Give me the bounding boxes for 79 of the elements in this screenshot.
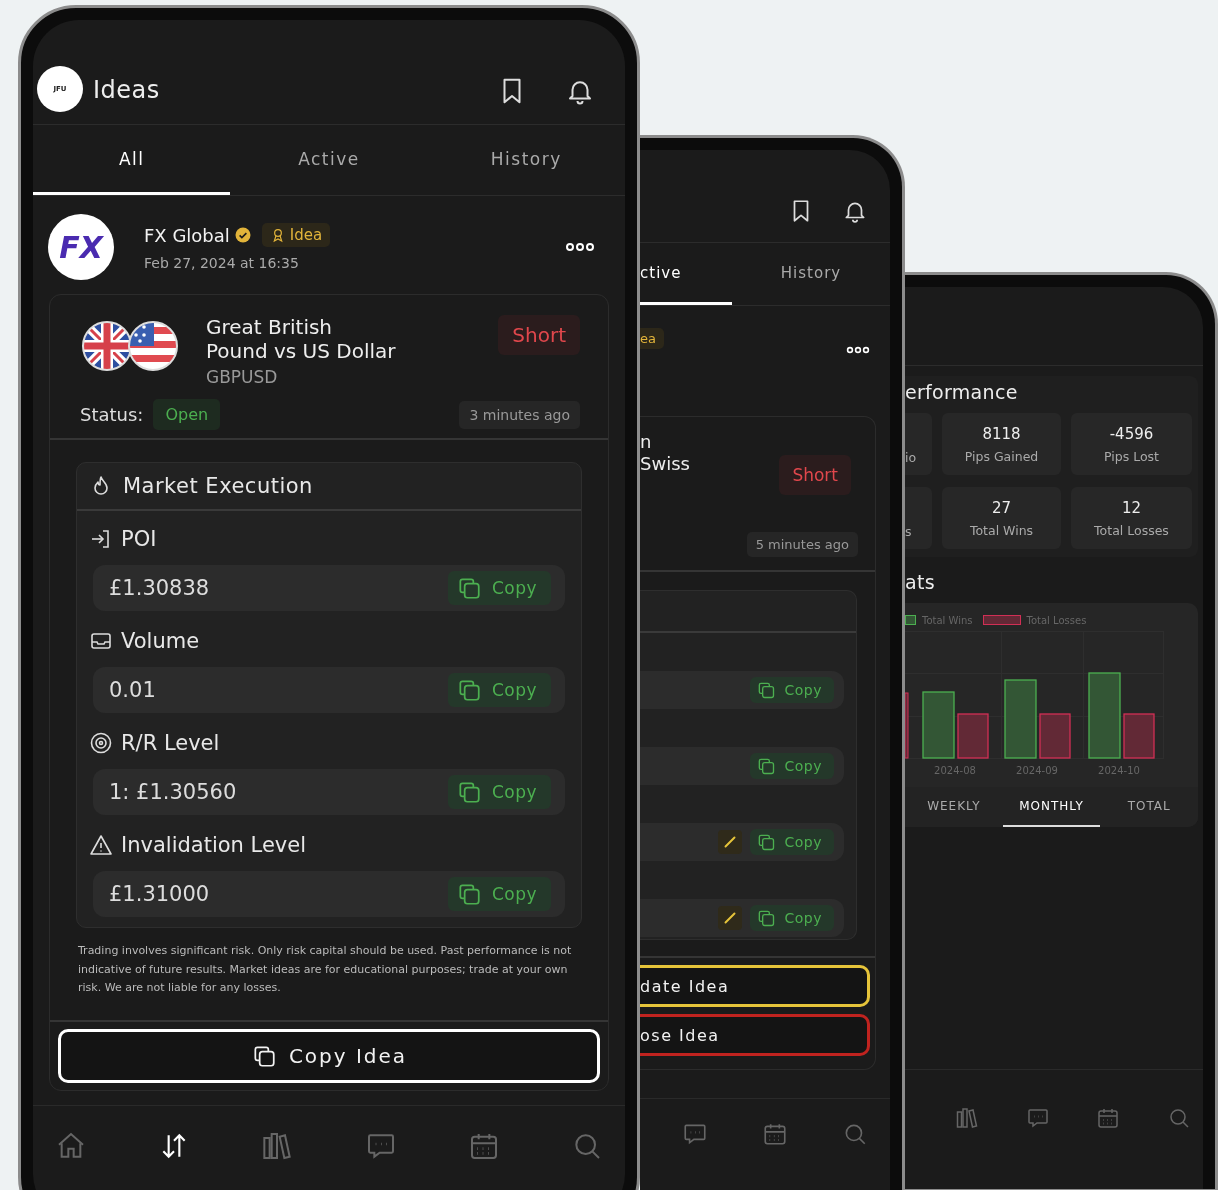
author-logo: FX xyxy=(48,214,114,280)
axis-label: 2024-08 xyxy=(933,764,977,776)
stat-label: io xyxy=(905,450,917,465)
chart-bar xyxy=(922,691,955,759)
more-icon[interactable] xyxy=(846,346,870,354)
warning-icon xyxy=(89,833,113,857)
copy-button[interactable]: Copy xyxy=(750,677,834,703)
stat-label: Total Losses xyxy=(1094,522,1169,538)
time-ago-badge: 3 minutes ago xyxy=(459,400,580,429)
field-label: POI xyxy=(121,527,157,551)
copy-button[interactable]: Copy xyxy=(750,753,834,779)
stat-value: -4596 xyxy=(1109,424,1154,443)
field-label: Volume xyxy=(121,629,200,653)
time-ago-badge: 5 minutes ago xyxy=(746,532,858,557)
more-icon[interactable] xyxy=(565,242,595,252)
status-badge: Open xyxy=(153,399,221,430)
copy-button[interactable]: Copy xyxy=(447,571,551,605)
disclaimer-text: Trading involves significant risk. Only risk capital should be used. Past performance is not indicative of future results. Market ideas are for educational purposes; trade at your own risk. We are not liable for any losses. xyxy=(78,943,573,996)
stat-label: Total Wins xyxy=(969,522,1034,538)
copy-button[interactable]: Copy xyxy=(447,673,551,707)
legend-label: Total Losses xyxy=(1026,614,1087,626)
copy-idea-button[interactable]: Copy Idea xyxy=(58,1028,600,1083)
books-icon[interactable] xyxy=(955,1105,979,1130)
copy-icon xyxy=(756,756,777,776)
legend-label: Total Wins xyxy=(922,614,973,626)
section-heading: ats xyxy=(905,571,936,593)
direction-badge: Short xyxy=(779,455,851,495)
stat-value: 8118 xyxy=(982,424,1021,443)
field-value: 1: £1.30560 xyxy=(109,780,237,804)
chart-bar xyxy=(1123,713,1155,759)
section-title: Market Execution xyxy=(123,474,313,498)
pair-title: n xyxy=(640,431,652,453)
calendar-icon[interactable] xyxy=(762,1121,788,1147)
edit-button[interactable] xyxy=(718,906,743,930)
tab[interactable]: All xyxy=(33,125,231,195)
action-button[interactable]: ose Idea xyxy=(640,1014,870,1056)
copy-button[interactable]: Copy xyxy=(750,905,834,931)
copy-icon xyxy=(756,908,777,928)
stat-value: 27 xyxy=(991,498,1012,517)
chart-bar xyxy=(957,713,989,759)
tab[interactable]: MONTHLY xyxy=(1002,787,1101,827)
pair-title: Pound vs US Dollar xyxy=(206,339,396,363)
page-title: Ideas xyxy=(93,76,160,104)
tab[interactable]: Active xyxy=(230,125,428,195)
pair-title: Swiss xyxy=(640,453,690,475)
field-value: £1.30838 xyxy=(109,576,210,600)
copy-button[interactable]: Copy xyxy=(750,829,834,855)
edit-button[interactable] xyxy=(718,830,743,854)
tab[interactable]: WEEKLY xyxy=(905,787,1003,827)
stat-value: 12 xyxy=(1121,498,1142,517)
idea-badge: ea xyxy=(640,328,664,349)
status-label: Status: xyxy=(80,404,144,425)
copy-button[interactable]: Copy xyxy=(447,877,551,911)
target-icon xyxy=(89,731,113,755)
direction-badge: Short xyxy=(498,315,580,355)
tab[interactable]: ctive xyxy=(640,243,732,305)
section-heading: erformance xyxy=(905,381,1019,403)
axis-label: 2024-10 xyxy=(1097,764,1141,776)
author-name: FX Global xyxy=(144,224,230,246)
tab[interactable]: TOTAL xyxy=(1100,787,1198,827)
chart-bar xyxy=(1039,713,1071,759)
field-label: Invalidation Level xyxy=(121,833,306,857)
field-value: 0.01 xyxy=(109,678,156,702)
tab[interactable]: History xyxy=(732,243,890,305)
badge-label: Idea xyxy=(289,226,323,244)
field-label: R/R Level xyxy=(121,731,220,755)
stat-label: Pips Lost xyxy=(1104,448,1159,464)
stat-label: s xyxy=(905,524,912,539)
pair-title: Great British xyxy=(206,315,334,339)
copy-icon xyxy=(756,832,777,852)
post-date: Feb 27, 2024 at 16:35 xyxy=(144,255,300,271)
action-button[interactable]: date Idea xyxy=(640,965,870,1007)
copy-button[interactable]: Copy xyxy=(447,775,551,809)
stat-label: Pips Gained xyxy=(964,448,1039,464)
tab[interactable]: History xyxy=(427,125,625,195)
axis-label: 2024-09 xyxy=(1015,764,1059,776)
field-value: £1.31000 xyxy=(109,882,210,906)
pair-symbol: GBPUSD xyxy=(206,367,279,387)
copy-icon xyxy=(756,680,777,700)
